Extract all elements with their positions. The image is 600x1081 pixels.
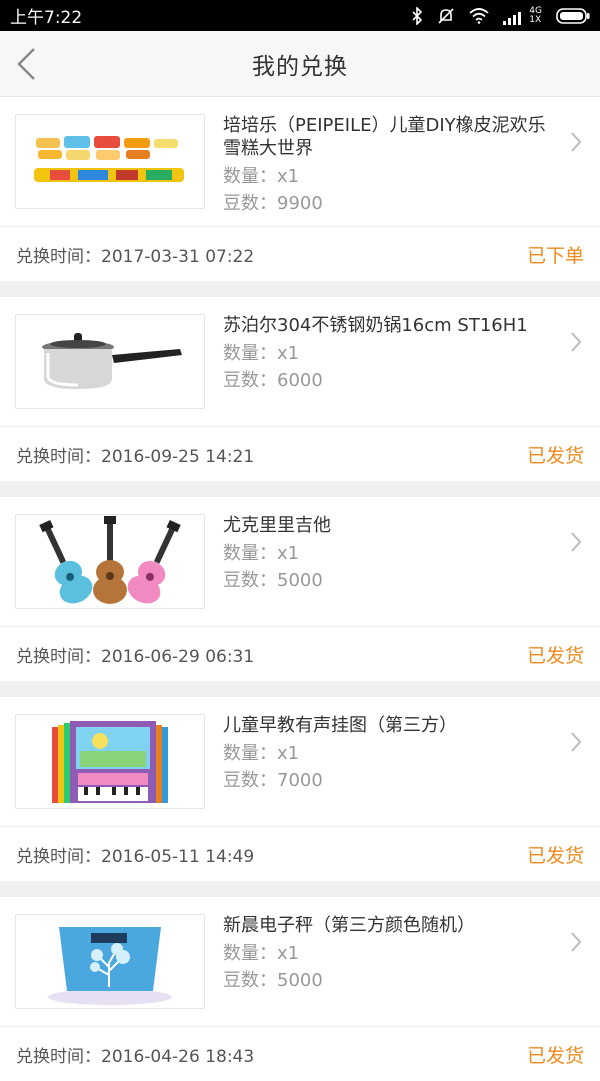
product-name: 新晨电子秤（第三方颜色随机） — [223, 915, 475, 936]
playdough-product-image — [15, 114, 205, 209]
milk-pot-product-image — [15, 314, 205, 409]
product-quantity: 数量：x1 — [223, 743, 300, 764]
order-product-row[interactable]: 苏泊尔304不锈钢奶锅16cm ST16H1 数量：x1 豆数：6000 — [0, 297, 600, 427]
ukulele-product-image — [15, 514, 205, 609]
mute-bell-icon — [438, 7, 454, 24]
product-info: 新晨电子秤（第三方颜色随机） 数量：x1 豆数：5000 — [223, 914, 553, 992]
exchange-order-card[interactable]: 儿童早教有声挂图（第三方） 数量：x1 豆数：7000 兑换时间：2016-05… — [0, 697, 600, 881]
product-quantity: 数量：x1 — [223, 166, 300, 187]
order-product-row[interactable]: 儿童早教有声挂图（第三方） 数量：x1 豆数：7000 — [0, 697, 600, 827]
product-quantity: 数量：x1 — [223, 343, 300, 364]
product-beans: 豆数：5000 — [223, 970, 323, 991]
product-info: 培培乐（PEIPEILE）儿童DIY橡皮泥欢乐雪糕大世界 数量：x1 豆数：99… — [223, 114, 553, 215]
chevron-right-icon[interactable] — [570, 531, 582, 553]
wall-chart-product-image — [15, 714, 205, 809]
order-status: 已发货 — [526, 444, 584, 467]
exchange-order-card[interactable]: 尤克里里吉他 数量：x1 豆数：5000 兑换时间：2016-06-29 06:… — [0, 497, 600, 681]
signal-icon: 4G 1X — [503, 6, 542, 25]
product-info: 尤克里里吉他 数量：x1 豆数：5000 — [223, 514, 553, 592]
order-status: 已发货 — [526, 644, 584, 667]
battery-icon — [556, 7, 590, 24]
clock: 上午7:22 — [10, 8, 83, 28]
product-name: 苏泊尔304不锈钢奶锅16cm ST16H1 — [223, 315, 528, 336]
order-product-row[interactable]: 新晨电子秤（第三方颜色随机） 数量：x1 豆数：5000 — [0, 897, 600, 1027]
product-info: 苏泊尔304不锈钢奶锅16cm ST16H1 数量：x1 豆数：6000 — [223, 314, 553, 392]
exchange-time: 兑换时间：2016-06-29 06:31 — [16, 646, 255, 667]
status-icons: 4G 1X — [411, 6, 590, 25]
order-footer: 兑换时间：2016-06-29 06:31 已发货 — [0, 627, 600, 681]
exchange-order-card[interactable]: 培培乐（PEIPEILE）儿童DIY橡皮泥欢乐雪糕大世界 数量：x1 豆数：99… — [0, 97, 600, 281]
product-quantity: 数量：x1 — [223, 943, 300, 964]
order-footer: 兑换时间：2017-03-31 07:22 已下单 — [0, 227, 600, 281]
exchange-order-card[interactable]: 新晨电子秤（第三方颜色随机） 数量：x1 豆数：5000 兑换时间：2016-0… — [0, 897, 600, 1081]
nav-header: 我的兑换 — [0, 31, 600, 97]
order-product-row[interactable]: 尤克里里吉他 数量：x1 豆数：5000 — [0, 497, 600, 627]
chevron-right-icon[interactable] — [570, 731, 582, 753]
bluetooth-icon — [412, 6, 423, 25]
exchange-order-card[interactable]: 苏泊尔304不锈钢奶锅16cm ST16H1 数量：x1 豆数：6000 兑换时… — [0, 297, 600, 481]
status-bar: 上午7:22 4G 1X — [0, 0, 600, 31]
order-footer: 兑换时间：2016-05-11 14:49 已发货 — [0, 827, 600, 881]
chevron-right-icon[interactable] — [570, 331, 582, 353]
product-info: 儿童早教有声挂图（第三方） 数量：x1 豆数：7000 — [223, 714, 553, 792]
product-beans: 豆数：9900 — [223, 193, 323, 214]
product-beans: 豆数：7000 — [223, 770, 323, 791]
order-footer: 兑换时间：2016-04-26 18:43 已发货 — [0, 1027, 600, 1081]
order-status: 已下单 — [526, 244, 584, 267]
exchange-list: 培培乐（PEIPEILE）儿童DIY橡皮泥欢乐雪糕大世界 数量：x1 豆数：99… — [0, 97, 600, 1081]
product-name: 儿童早教有声挂图（第三方） — [223, 715, 457, 736]
product-name: 培培乐（PEIPEILE）儿童DIY橡皮泥欢乐雪糕大世界 — [223, 115, 546, 159]
product-beans: 豆数：6000 — [223, 370, 323, 391]
exchange-time: 兑换时间：2017-03-31 07:22 — [16, 246, 255, 267]
network-sub: 1X — [529, 14, 542, 25]
wifi-icon — [469, 7, 489, 24]
order-footer: 兑换时间：2016-09-25 14:21 已发货 — [0, 427, 600, 481]
exchange-time: 兑换时间：2016-09-25 14:21 — [16, 446, 255, 467]
exchange-time: 兑换时间：2016-05-11 14:49 — [16, 846, 255, 867]
product-beans: 豆数：5000 — [223, 570, 323, 591]
product-quantity: 数量：x1 — [223, 543, 300, 564]
scale-product-image — [15, 914, 205, 1009]
chevron-right-icon[interactable] — [570, 131, 582, 153]
chevron-right-icon[interactable] — [570, 931, 582, 953]
exchange-time: 兑换时间：2016-04-26 18:43 — [16, 1046, 255, 1067]
page-title: 我的兑换 — [252, 53, 348, 80]
back-arrow-icon[interactable] — [12, 46, 42, 82]
order-status: 已发货 — [526, 1044, 584, 1067]
product-name: 尤克里里吉他 — [223, 515, 331, 536]
order-product-row[interactable]: 培培乐（PEIPEILE）儿童DIY橡皮泥欢乐雪糕大世界 数量：x1 豆数：99… — [0, 97, 600, 227]
order-status: 已发货 — [526, 844, 584, 867]
